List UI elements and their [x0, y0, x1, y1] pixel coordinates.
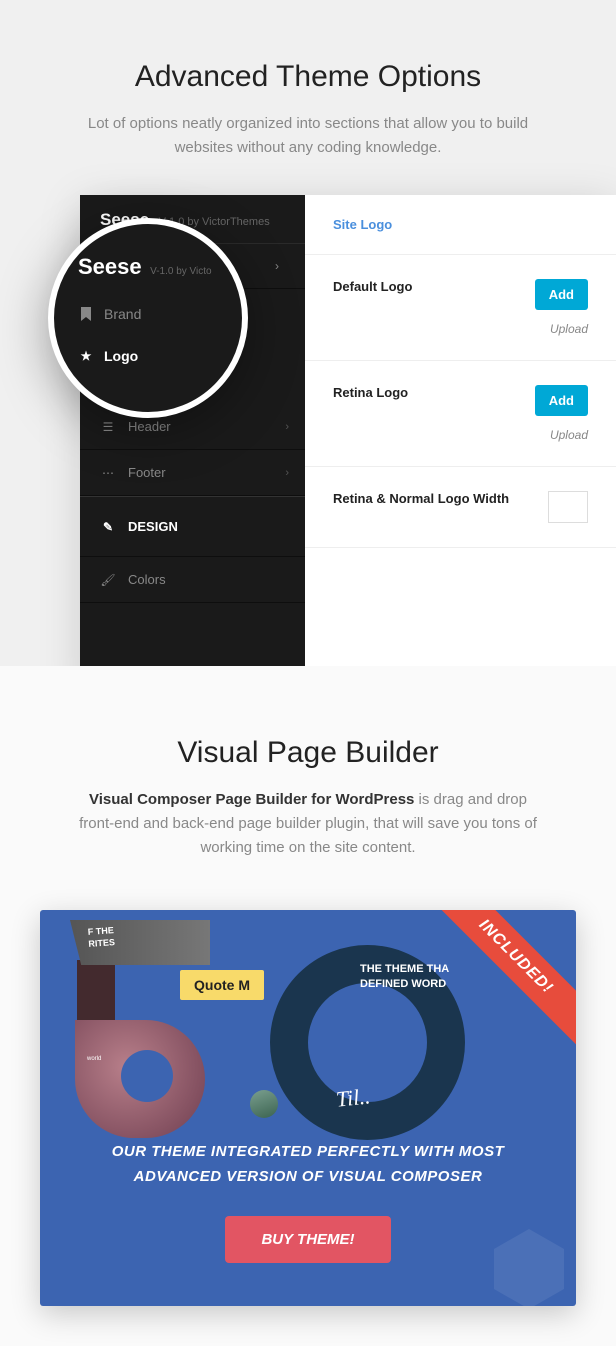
visual-builder-section: Visual Page Builder Visual Composer Page… — [0, 666, 616, 1346]
brush-icon: 🖌 — [100, 573, 116, 587]
buy-theme-button[interactable]: BUY THEME! — [225, 1216, 390, 1263]
mag-item-brand[interactable]: Brand — [78, 306, 218, 322]
mag-version: V-1.0 by Victo — [150, 266, 212, 277]
dot-graphic — [250, 1090, 278, 1118]
vc-logo-icon — [484, 1224, 574, 1306]
section-subtitle: Visual Composer Page Builder for WordPre… — [78, 788, 538, 860]
bookmark-icon — [78, 307, 94, 321]
digit-5-graphic: F THERITES world — [70, 920, 250, 1140]
theme-options-section: Advanced Theme Options Lot of options ne… — [0, 0, 616, 666]
field-label: Retina & Normal Logo Width — [333, 491, 509, 506]
nav-label: Colors — [128, 572, 166, 587]
version-graphic: F THERITES world Quote M THE THEME THADE… — [40, 910, 576, 1140]
add-retina-button[interactable]: Add — [535, 385, 588, 416]
decorative-text: F THERITES — [87, 925, 115, 950]
quote-tag: Quote M — [180, 970, 264, 1000]
section-subtitle: Lot of options neatly organized into sec… — [78, 112, 538, 160]
decorative-text: world — [87, 1056, 101, 1062]
options-content: Site Logo Default Logo Add Upload Retina… — [305, 195, 616, 666]
field-logo-width: Retina & Normal Logo Width — [305, 467, 616, 548]
decorative-script: Til.. — [335, 1083, 372, 1112]
field-label: Default Logo — [333, 279, 412, 294]
sidebar-item-design[interactable]: ✎ DESIGN — [80, 496, 305, 557]
banner-text: OUR THEME INTEGRATED PERFECTLY WITH MOST… — [108, 1140, 508, 1190]
chevron-right-icon: › — [285, 467, 289, 479]
upload-hint: Upload — [535, 322, 588, 336]
menu-icon: ☰ — [100, 420, 116, 434]
magnifier-lens: Seese V-1.0 by Victo Brand ★ Logo — [48, 218, 248, 418]
chevron-right-icon: › — [269, 259, 285, 273]
wand-icon: ✎ — [100, 520, 116, 534]
field-label: Retina Logo — [333, 385, 408, 400]
theme-tag: THE THEME THADEFINED WORD — [360, 962, 449, 992]
mag-label: Brand — [104, 306, 141, 322]
content-section-label: Site Logo — [305, 195, 616, 255]
add-logo-button[interactable]: Add — [535, 279, 588, 310]
mag-label: Logo — [104, 348, 138, 364]
nav-label: Footer — [128, 465, 166, 480]
star-icon: ★ — [78, 349, 94, 363]
sidebar-item-footer[interactable]: ⋯ Footer › — [80, 450, 305, 496]
mag-theme-name: Seese — [78, 254, 142, 279]
dots-icon: ⋯ — [100, 466, 116, 480]
nav-label: Header — [128, 419, 171, 434]
section-title: Advanced Theme Options — [40, 60, 576, 94]
section-title: Visual Page Builder — [40, 736, 576, 770]
sidebar-item-colors[interactable]: 🖌 Colors — [80, 557, 305, 603]
nav-label: DESIGN — [128, 519, 178, 534]
mag-item-logo[interactable]: ★ Logo — [78, 348, 218, 364]
upload-hint: Upload — [535, 428, 588, 442]
field-default-logo: Default Logo Add Upload — [305, 255, 616, 361]
vc-banner: INCLUDED! F THERITES world Quote M THE T… — [40, 910, 576, 1306]
field-retina-logo: Retina Logo Add Upload — [305, 361, 616, 467]
logo-width-input[interactable] — [548, 491, 588, 523]
subtitle-bold: Visual Composer Page Builder for WordPre… — [89, 791, 414, 808]
chevron-right-icon: › — [285, 421, 289, 433]
